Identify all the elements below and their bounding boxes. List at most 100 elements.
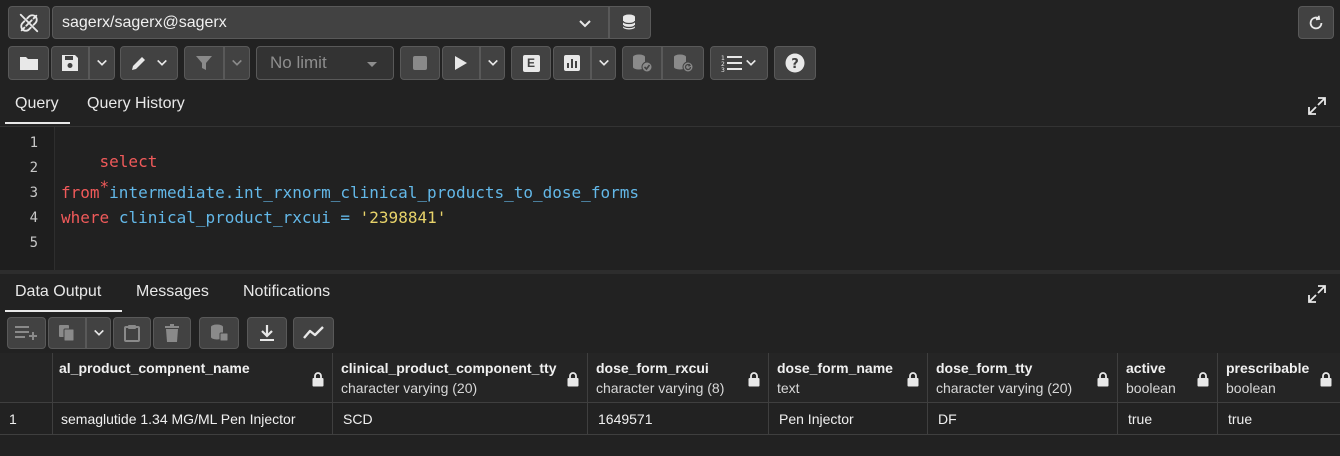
column-header[interactable]: dose_form_tty character varying (20): [928, 353, 1118, 403]
edit-button[interactable]: [120, 46, 178, 80]
panel-splitter[interactable]: [0, 270, 1340, 274]
disconnected-icon[interactable]: [8, 6, 50, 39]
lock-icon: [1320, 372, 1332, 387]
active-tab-indicator: [5, 310, 122, 312]
graph-visualiser-button[interactable]: [293, 317, 334, 349]
open-file-button[interactable]: [8, 46, 49, 80]
explain-options-dropdown[interactable]: [591, 46, 616, 80]
add-row-icon: [14, 326, 37, 340]
column-header[interactable]: prescribable boolean: [1218, 353, 1340, 403]
svg-text:3: 3: [721, 67, 725, 72]
tab-data-output[interactable]: Data Output: [15, 283, 101, 301]
caret-down-icon: [367, 62, 377, 67]
lock-icon: [567, 372, 579, 387]
database-icon: [622, 14, 636, 29]
explain-analyze-button[interactable]: [553, 46, 591, 80]
explain-icon: E: [522, 54, 540, 72]
equals-operator: =: [340, 208, 351, 227]
reset-layout-button[interactable]: [1298, 6, 1334, 39]
save-icon: [62, 55, 78, 71]
table-cell[interactable]: 1649571: [588, 403, 769, 435]
table-cell[interactable]: Pen Injector: [769, 403, 928, 435]
column-type: character varying (8): [596, 380, 725, 396]
tab-query[interactable]: Query: [15, 95, 59, 113]
explain-button[interactable]: E: [511, 46, 551, 80]
new-connection-button[interactable]: [609, 6, 651, 39]
lock-icon: [748, 372, 760, 387]
column-name: dose_form_name: [777, 360, 893, 376]
code-line-3: from intermediate.int_rxnorm_clinical_pr…: [61, 183, 639, 202]
column-name: clinical_product_component_tty: [341, 360, 557, 376]
copy-options-dropdown[interactable]: [86, 317, 111, 349]
chevron-down-icon: [97, 59, 107, 66]
chevron-down-icon: [579, 20, 591, 28]
tab-messages[interactable]: Messages: [136, 283, 209, 301]
trash-icon: [165, 324, 179, 342]
data-grid: al_product_compnent_name clinical_produc…: [0, 353, 1340, 456]
column-identifier: clinical_product_rxcui: [118, 208, 331, 227]
save-options-dropdown[interactable]: [89, 46, 115, 80]
column-type: text: [777, 380, 800, 396]
lock-icon: [312, 372, 324, 387]
table-cell[interactable]: semaglutide 1.34 MG/ML Pen Injector: [53, 403, 333, 435]
row-limit-select[interactable]: No limit: [256, 46, 394, 80]
cell-value: 1649571: [598, 411, 653, 427]
column-header[interactable]: active boolean: [1118, 353, 1218, 403]
download-button[interactable]: [247, 317, 287, 349]
pencil-icon: [132, 57, 145, 70]
tab-notifications[interactable]: Notifications: [243, 283, 330, 301]
sql-editor[interactable]: 1 2 3 4 5 select * from intermediate.int…: [0, 126, 1340, 271]
cell-value: DF: [938, 411, 957, 427]
table-cell[interactable]: SCD: [333, 403, 588, 435]
column-header[interactable]: dose_form_name text: [769, 353, 928, 403]
macros-button[interactable]: 1 2 3: [710, 46, 768, 80]
line-number-gutter: 1 2 3 4 5: [0, 127, 55, 271]
column-header[interactable]: dose_form_rxcui character varying (8): [588, 353, 769, 403]
table-cell[interactable]: true: [1218, 403, 1340, 435]
maximize-icon[interactable]: [1308, 97, 1326, 115]
line-chart-icon: [302, 326, 324, 339]
row-limit-value: No limit: [270, 53, 327, 72]
cell-value: true: [1228, 411, 1253, 427]
add-row-button[interactable]: [7, 317, 46, 349]
maximize-icon[interactable]: [1308, 285, 1326, 303]
filter-button[interactable]: [184, 46, 224, 80]
keyword-where: where: [61, 208, 110, 227]
paste-button[interactable]: [113, 317, 151, 349]
execute-options-dropdown[interactable]: [480, 46, 505, 80]
row-number-header[interactable]: [0, 353, 53, 403]
line-number: 1: [29, 135, 38, 151]
save-data-button[interactable]: [199, 317, 239, 349]
column-type: character varying (20): [341, 380, 478, 396]
rollback-button[interactable]: [662, 46, 704, 80]
chevron-down-icon: [157, 59, 167, 66]
copy-button[interactable]: [48, 317, 86, 349]
row-number: 1: [9, 411, 17, 427]
column-name: active: [1126, 360, 1166, 376]
column-header[interactable]: al_product_compnent_name: [53, 353, 333, 403]
column-header[interactable]: clinical_product_component_tty character…: [333, 353, 588, 403]
save-file-button[interactable]: [51, 46, 89, 80]
filter-dropdown[interactable]: [224, 46, 250, 80]
cancel-query-button[interactable]: [400, 46, 440, 80]
tab-query-history[interactable]: Query History: [87, 95, 185, 113]
table-cell[interactable]: DF: [928, 403, 1118, 435]
bar-chart-icon: [564, 55, 580, 71]
connection-select[interactable]: sagerx/sagerx@sagerx: [52, 6, 609, 39]
help-button[interactable]: ?: [774, 46, 816, 80]
cell-value: semaglutide 1.34 MG/ML Pen Injector: [61, 411, 296, 427]
commit-button[interactable]: [622, 46, 662, 80]
delete-row-button[interactable]: [153, 317, 191, 349]
table-cell[interactable]: true: [1118, 403, 1218, 435]
row-number-cell[interactable]: 1: [0, 403, 53, 435]
filter-icon: [196, 56, 212, 70]
execute-button[interactable]: [442, 46, 480, 80]
database-rollback-icon: [674, 54, 694, 73]
refresh-icon: [1309, 15, 1323, 29]
column-type: boolean: [1126, 380, 1176, 396]
chevron-down-icon: [93, 329, 104, 336]
active-tab-indicator: [5, 122, 70, 124]
line-number: 2: [29, 160, 38, 176]
connection-bar: sagerx/sagerx@sagerx: [0, 0, 1340, 42]
column-name: dose_form_rxcui: [596, 360, 709, 376]
